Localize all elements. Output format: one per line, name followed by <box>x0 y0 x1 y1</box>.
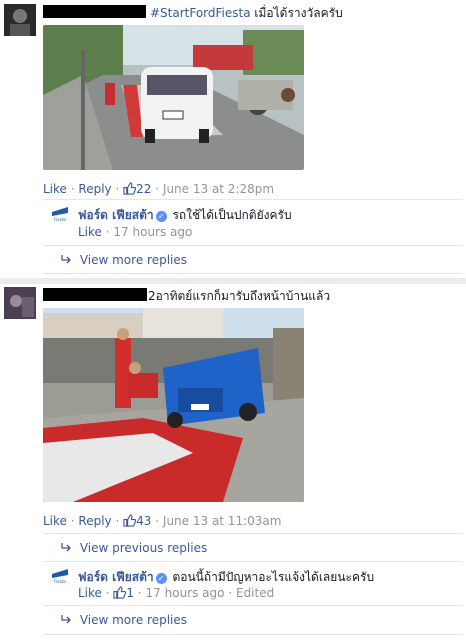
like-count[interactable]: 1 <box>113 586 137 600</box>
comment-2-photo[interactable] <box>43 308 304 502</box>
commenter-avatar-2[interactable] <box>4 287 36 319</box>
view-more-replies-1[interactable]: View more replies <box>60 253 187 267</box>
separator-dot: · <box>115 514 120 528</box>
view-more-replies-2[interactable]: View more replies <box>60 613 187 627</box>
reply-2: ฟอร์ด เฟียสต้า ✓ ตอนนี้ถ้ามีปัญหาอะไรแจ้ง… <box>78 568 374 587</box>
comment-1-text: #StartFordFiesta เมื่อได้รางวัลครับ <box>150 4 343 23</box>
separator-dot: · <box>155 514 160 528</box>
thumbs-up-icon <box>113 586 127 599</box>
like-link[interactable]: Like <box>78 225 102 239</box>
redacted-name-1 <box>43 5 146 18</box>
comment-2-actions: Like · Reply · 43 · June 13 at 11:03am <box>43 514 281 528</box>
like-link[interactable]: Like <box>43 182 67 196</box>
separator-dot: · <box>115 182 120 196</box>
commenter-avatar-1[interactable] <box>4 4 36 36</box>
separator-dot: · <box>70 514 75 528</box>
ford-fiesta-logo: Fiesta <box>50 565 70 585</box>
reply-1-actions: Like · 17 hours ago <box>78 225 192 239</box>
comment-text: เมื่อได้รางวัลครับ <box>250 6 343 20</box>
separator-dot: · <box>228 586 233 600</box>
reply-arrow-icon <box>61 543 71 552</box>
divider <box>43 199 462 200</box>
comment-separator <box>0 278 466 284</box>
separator-dot: · <box>137 586 142 600</box>
thumbs-up-icon <box>123 182 137 195</box>
redacted-name-2 <box>43 288 147 301</box>
like-link[interactable]: Like <box>43 514 67 528</box>
reply-arrow-icon <box>61 255 71 264</box>
divider <box>43 605 462 606</box>
page-avatar-1[interactable]: Fiesta <box>50 203 70 223</box>
svg-text:Fiesta: Fiesta <box>54 579 66 584</box>
reply-arrow-icon <box>61 615 71 624</box>
tow-truck-photo <box>43 25 304 170</box>
separator-dot: · <box>105 586 110 600</box>
ford-fiesta-logo: Fiesta <box>50 203 70 223</box>
like-count[interactable]: 22 <box>123 182 155 196</box>
verified-badge-icon: ✓ <box>155 211 167 222</box>
reply-link[interactable]: Reply <box>78 182 111 196</box>
comment-1-photo[interactable] <box>43 25 304 170</box>
page-avatar-2[interactable]: Fiesta <box>50 565 70 585</box>
like-count-value: 43 <box>136 514 152 528</box>
separator-dot: · <box>105 225 110 239</box>
edited-label[interactable]: Edited <box>236 586 274 600</box>
timestamp[interactable]: June 13 at 2:28pm <box>163 182 274 196</box>
comment-2-text: 2อาทิตย์แรกก็มารับถึงหน้าบ้านแล้ว <box>148 287 330 306</box>
divider <box>43 533 462 534</box>
reply-2-actions: Like · 1 · 17 hours ago · Edited <box>78 586 274 600</box>
like-count[interactable]: 43 <box>123 514 155 528</box>
like-count-value: 22 <box>136 182 152 196</box>
timestamp[interactable]: 17 hours ago <box>146 586 225 600</box>
like-link[interactable]: Like <box>78 586 102 600</box>
reply-text: รถใช้ได้เป็นปกติยังครับ <box>172 208 292 222</box>
reply-link[interactable]: Reply <box>78 514 111 528</box>
thumbs-up-icon <box>123 514 137 527</box>
reply-author[interactable]: ฟอร์ด เฟียสต้า <box>78 208 154 222</box>
divider <box>43 273 462 274</box>
verified-badge-icon: ✓ <box>155 573 167 584</box>
like-count-value: 1 <box>126 586 135 600</box>
svg-text:Fiesta: Fiesta <box>54 217 66 222</box>
view-previous-replies-label: View previous replies <box>79 541 208 555</box>
reply-1: ฟอร์ด เฟียสต้า ✓ รถใช้ได้เป็นปกติยังครับ <box>78 206 292 225</box>
timestamp[interactable]: June 13 at 11:03am <box>163 514 282 528</box>
reply-text: ตอนนี้ถ้ามีปัญหาอะไรแจ้งได้เลยนะครับ <box>172 570 375 584</box>
divider <box>43 634 462 635</box>
timestamp[interactable]: 17 hours ago <box>113 225 192 239</box>
reply-author[interactable]: ฟอร์ด เฟียสต้า <box>78 570 154 584</box>
comment-1-actions: Like · Reply · 22 · June 13 at 2:28pm <box>43 182 274 196</box>
separator-dot: · <box>70 182 75 196</box>
view-more-replies-label: View more replies <box>79 613 187 627</box>
tow-truck-photo <box>43 308 304 502</box>
avatar-image <box>4 4 36 36</box>
view-more-replies-label: View more replies <box>79 253 187 267</box>
divider <box>43 245 462 246</box>
comment-text: 2อาทิตย์แรกก็มารับถึงหน้าบ้านแล้ว <box>148 289 331 303</box>
separator-dot: · <box>155 182 160 196</box>
view-previous-replies[interactable]: View previous replies <box>60 541 207 555</box>
avatar-image <box>4 287 36 319</box>
divider <box>43 561 462 562</box>
hashtag-link[interactable]: #StartFordFiesta <box>150 6 251 20</box>
